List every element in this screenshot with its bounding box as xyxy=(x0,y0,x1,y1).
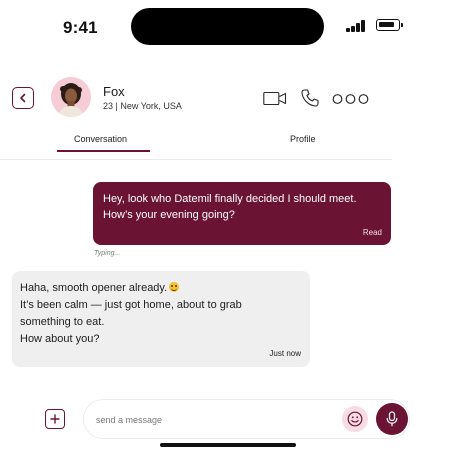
voice-message-button[interactable] xyxy=(376,403,408,435)
message-line: How about you? xyxy=(20,333,100,345)
microphone-icon xyxy=(386,411,398,427)
incoming-message[interactable]: Haha, smooth opener already. It’s been c… xyxy=(12,271,310,367)
cellular-signal-icon xyxy=(346,20,366,32)
smiley-icon xyxy=(347,411,363,427)
active-tab-indicator xyxy=(57,150,150,152)
outgoing-message[interactable]: Hey, look who Datemil finally decided I … xyxy=(93,182,391,245)
more-icon[interactable] xyxy=(332,93,369,105)
contact-meta: 23 | New York, USA xyxy=(103,101,182,111)
back-button[interactable] xyxy=(12,87,34,109)
plus-icon xyxy=(50,414,60,424)
status-time: 9:41 xyxy=(63,18,98,37)
tab-conversation[interactable]: Conversation xyxy=(74,134,127,144)
message-line: something to eat. xyxy=(20,316,105,328)
attach-button[interactable] xyxy=(45,409,65,429)
dynamic-island xyxy=(131,8,324,45)
message-input[interactable] xyxy=(96,412,326,428)
back-icon xyxy=(20,93,26,103)
battery-icon xyxy=(376,19,403,31)
message-line: How’s your evening going? xyxy=(103,209,235,221)
message-line: Hey, look who Datemil finally decided I … xyxy=(103,193,357,205)
grinning-emoji-icon xyxy=(169,282,180,292)
tab-bar: Conversation Profile xyxy=(0,130,392,160)
message-timestamp: Just now xyxy=(269,349,301,358)
phone-icon[interactable] xyxy=(300,88,320,108)
status-bar: 9:41 xyxy=(0,0,456,56)
video-call-icon[interactable] xyxy=(263,91,287,106)
read-receipt: Read xyxy=(362,228,382,237)
avatar[interactable] xyxy=(51,77,91,117)
emoji-button[interactable] xyxy=(342,406,368,432)
typing-indicator: Typing... xyxy=(94,250,121,257)
tab-profile[interactable]: Profile xyxy=(290,134,316,144)
message-line: It’s been calm — just got home, about to… xyxy=(20,299,242,311)
contact-name: Fox xyxy=(103,84,125,99)
home-indicator xyxy=(160,443,296,447)
message-line: Haha, smooth opener already. xyxy=(20,282,168,294)
